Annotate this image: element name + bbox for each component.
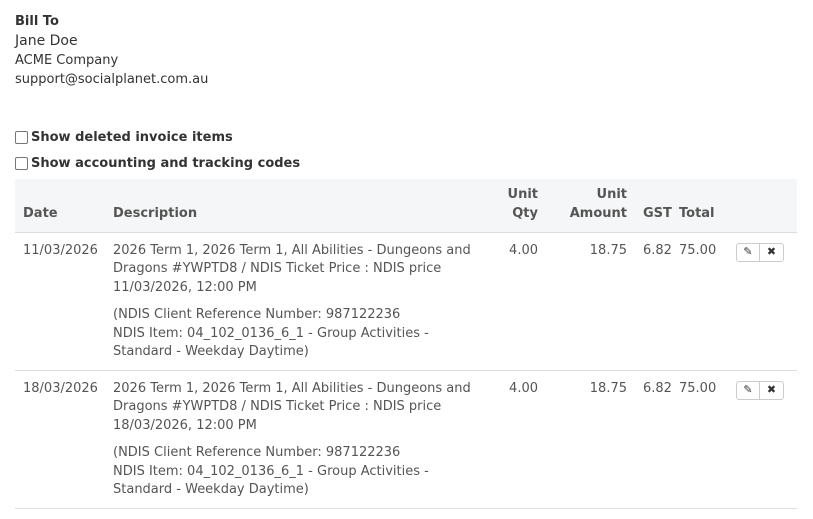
row-description: 2026 Term 1, 2026 Term 1, All Abilities … bbox=[105, 232, 479, 371]
row-qty: 4.00 bbox=[479, 232, 546, 371]
edit-button[interactable]: ✎ bbox=[736, 380, 760, 400]
table-header-row: Date Description Unit Qty Unit Amount GS… bbox=[15, 179, 797, 233]
invoice-items-table: Date Description Unit Qty Unit Amount GS… bbox=[15, 179, 797, 509]
row-total: 75.00 bbox=[671, 232, 723, 371]
bill-to-email: support@socialplanet.com.au bbox=[15, 72, 209, 87]
col-actions-header bbox=[723, 179, 797, 233]
col-total-header: Total bbox=[671, 179, 723, 233]
col-gst-header: GST bbox=[635, 179, 672, 233]
show-deleted-option[interactable]: Show deleted invoice items bbox=[15, 130, 233, 145]
col-unit-amount-header-line2: Amount bbox=[569, 205, 627, 221]
row-actions: ✎ ✖ bbox=[723, 232, 797, 371]
row-gst: 6.82 bbox=[635, 370, 672, 509]
row-total: 75.00 bbox=[671, 370, 723, 509]
row-date: 18/03/2026 bbox=[15, 370, 105, 509]
col-unit-amount-header-line1: Unit bbox=[596, 186, 627, 202]
table-row: 18/03/2026 2026 Term 1, 2026 Term 1, All… bbox=[15, 370, 797, 509]
show-codes-label[interactable]: Show accounting and tracking codes bbox=[31, 156, 300, 171]
show-deleted-checkbox[interactable] bbox=[15, 131, 28, 144]
row-unit-amount: 18.75 bbox=[546, 370, 635, 509]
bill-to-section: Bill To Jane Doe ACME Company support@so… bbox=[15, 13, 208, 89]
edit-button[interactable]: ✎ bbox=[736, 242, 760, 262]
bill-to-heading: Bill To bbox=[15, 14, 59, 29]
row-qty: 4.00 bbox=[479, 370, 546, 509]
col-unit-qty-header-line1: Unit bbox=[507, 186, 538, 202]
bill-to-company: ACME Company bbox=[15, 53, 119, 68]
row-description: 2026 Term 1, 2026 Term 1, All Abilities … bbox=[105, 370, 479, 509]
col-date-header: Date bbox=[15, 179, 105, 233]
pencil-icon: ✎ bbox=[743, 244, 753, 258]
col-unit-amount-header: Unit Amount bbox=[546, 179, 635, 233]
delete-button[interactable]: ✖ bbox=[760, 380, 784, 400]
row-date: 11/03/2026 bbox=[15, 232, 105, 371]
table-row: 11/03/2026 2026 Term 1, 2026 Term 1, All… bbox=[15, 232, 797, 371]
col-description-header: Description bbox=[105, 179, 479, 233]
row-description-main: 2026 Term 1, 2026 Term 1, All Abilities … bbox=[113, 380, 471, 433]
col-unit-qty-header-line2: Qty bbox=[512, 205, 538, 221]
row-ndis-item: NDIS Item: 04_102_0136_6_1 - Group Activ… bbox=[113, 325, 429, 360]
row-ndis-item: NDIS Item: 04_102_0136_6_1 - Group Activ… bbox=[113, 463, 429, 498]
show-deleted-label[interactable]: Show deleted invoice items bbox=[31, 130, 233, 145]
show-codes-option[interactable]: Show accounting and tracking codes bbox=[15, 156, 300, 171]
delete-button[interactable]: ✖ bbox=[760, 242, 784, 262]
row-gst: 6.82 bbox=[635, 232, 672, 371]
pencil-icon: ✎ bbox=[743, 382, 753, 396]
bill-to-name: Jane Doe bbox=[15, 33, 78, 49]
row-unit-amount: 18.75 bbox=[546, 232, 635, 371]
close-icon: ✖ bbox=[766, 244, 777, 258]
row-description-main: 2026 Term 1, 2026 Term 1, All Abilities … bbox=[113, 242, 471, 295]
row-actions: ✎ ✖ bbox=[723, 370, 797, 509]
row-ndis-reference: (NDIS Client Reference Number: 987122236 bbox=[113, 445, 401, 460]
row-ndis-reference: (NDIS Client Reference Number: 987122236 bbox=[113, 307, 401, 322]
show-codes-checkbox[interactable] bbox=[15, 157, 28, 170]
close-icon: ✖ bbox=[766, 382, 777, 396]
col-unit-qty-header: Unit Qty bbox=[479, 179, 546, 233]
